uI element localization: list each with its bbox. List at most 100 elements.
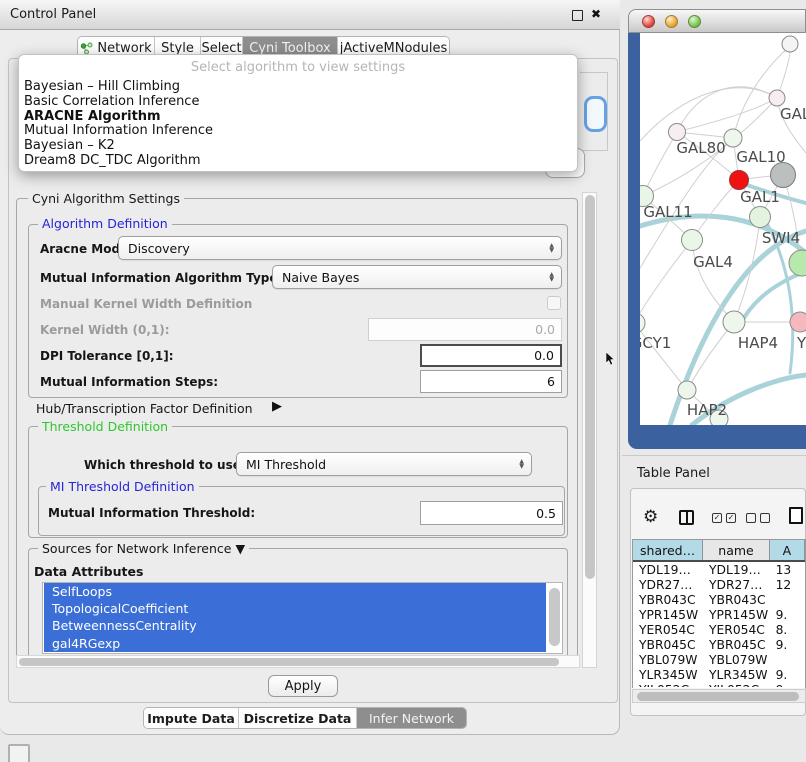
network-node-hap4[interactable] [723, 311, 745, 333]
column-header-a[interactable]: A [770, 540, 805, 560]
network-canvas[interactable]: GAL8GAL80GAL10GAL1GAL11SWI4GAL4GCY1HAP4Y… [640, 33, 806, 425]
table-cell: YIL052C [703, 683, 770, 688]
algorithm-option-aracne-algorithm[interactable]: ARACNE Algorithm [19, 110, 577, 125]
settings-vertical-scrollbar[interactable] [582, 192, 597, 668]
zoom-traffic-light[interactable] [688, 15, 701, 28]
network-node-green-right[interactable] [789, 250, 806, 276]
aracne-mode-value: Discovery [128, 241, 190, 256]
table-cell: 9. [770, 668, 805, 682]
table-cell: 13 [770, 563, 805, 577]
unchecked-columns-icon[interactable] [746, 513, 770, 523]
apply-button[interactable]: Apply [268, 675, 338, 697]
table-row[interactable]: YDL19…YDL19…13 [633, 562, 805, 577]
algorithm-list: Bayesian – Hill ClimbingBasic Correlatio… [19, 80, 577, 169]
settings-horizontal-scrollbar[interactable] [16, 655, 580, 668]
data-attributes-list[interactable]: SelfLoopsTopologicalCoefficientBetweenne… [42, 582, 563, 654]
hidden-groupbox-edge [580, 150, 608, 151]
float-icon[interactable] [572, 10, 583, 21]
control-panel-titlebar[interactable]: Control Panel ✖ [0, 0, 620, 30]
mi-threshold-label: Mutual Information Threshold: [48, 506, 255, 520]
network-window-titlebar[interactable] [628, 9, 806, 33]
algorithm-option-dream8-dc-tdc-algorithm[interactable]: Dream8 DC_TDC Algorithm [19, 154, 577, 169]
table-horizontal-scrollbar[interactable] [632, 689, 806, 703]
table-row[interactable]: YIL052CYIL052C9 [633, 682, 805, 687]
mi-steps-value: 6 [547, 374, 555, 389]
network-node-gal80[interactable] [669, 124, 686, 141]
bottom-tab-infer-network[interactable]: Infer Network [357, 708, 466, 728]
network-node-gcy1[interactable] [640, 313, 645, 333]
dpi-tolerance-field[interactable]: 0.0 [420, 344, 562, 367]
collapse-triangle-icon[interactable]: ▼ [235, 541, 245, 556]
table-row[interactable]: YBL079WYBL079W [633, 652, 805, 667]
network-node-gal4[interactable] [682, 230, 703, 251]
table-cell: 9 [770, 683, 805, 688]
attributes-list-scrollbar[interactable] [549, 588, 560, 646]
dpi-tolerance-label: DPI Tolerance [0,1]: [40, 349, 174, 363]
mi-algorithm-type-label: Mutual Information Algorithm Type: [40, 271, 282, 285]
minimize-traffic-light[interactable] [665, 15, 678, 28]
network-node-gal10[interactable] [724, 129, 742, 147]
network-node-hap2[interactable] [678, 381, 696, 399]
which-threshold-label: Which threshold to use: [84, 458, 246, 472]
attribute-item-selfloops[interactable]: SelfLoops [44, 583, 546, 600]
kernel-width-field[interactable]: 0.0 [368, 318, 562, 341]
node-label-y: Y [796, 334, 806, 352]
node-label-gal8: GAL8 [780, 105, 806, 123]
bottom-tab-discretize-data[interactable]: Discretize Data [239, 708, 357, 728]
network-node-pink-right[interactable] [790, 312, 806, 332]
close-traffic-light[interactable] [642, 15, 655, 28]
table-row[interactable]: YBR045CYBR045C9. [633, 637, 805, 652]
split-columns-icon[interactable] [679, 510, 694, 525]
network-node-gray-node[interactable] [771, 163, 796, 188]
tab-label: Impute Data [147, 711, 235, 726]
table-row[interactable]: YBR043CYBR043C [633, 592, 805, 607]
node-label-gal4: GAL4 [693, 253, 733, 271]
aracne-mode-select[interactable]: Discovery ▲▼ [118, 236, 562, 260]
corner-widget[interactable] [8, 744, 30, 762]
algorithm-option-bayesian-hill-climbing[interactable]: Bayesian – Hill Climbing [19, 80, 577, 95]
which-threshold-select[interactable]: MI Threshold ▲▼ [236, 452, 532, 476]
table-cell: YPR145W [703, 608, 770, 622]
mi-steps-field[interactable]: 6 [420, 370, 562, 393]
column-header-name[interactable]: name [703, 540, 770, 560]
hidden-groupbox-edge [580, 72, 608, 73]
close-icon[interactable]: ✖ [591, 7, 601, 21]
table-row[interactable]: YPR145WYPR145W9. [633, 607, 805, 622]
table-cell: YBR043C [703, 593, 770, 607]
table-row[interactable]: YER054CYER054C8. [633, 622, 805, 637]
column-header-shared[interactable]: shared… [633, 540, 703, 560]
sources-title: Sources for Network Inference ▼ [38, 541, 249, 556]
table-cell: YIL052C [633, 683, 703, 688]
control-panel-window: Control Panel ✖ NetworkStyleSelectCyni T… [0, 0, 620, 735]
settings-vscroll-thumb[interactable] [585, 195, 595, 579]
settings-hscroll-thumb[interactable] [19, 658, 559, 666]
table-cell: YER054C [633, 623, 703, 637]
network-node-red-node[interactable] [730, 171, 749, 190]
table-hscroll-thumb[interactable] [637, 692, 799, 701]
network-icon [80, 42, 93, 55]
mi-algorithm-type-select[interactable]: Naive Bayes ▲▼ [272, 265, 562, 289]
table-row[interactable]: YDR27…YDR27…12 [633, 577, 805, 592]
gear-icon[interactable]: ⚙ [643, 507, 658, 527]
table-cell: YDR27… [633, 578, 703, 592]
algorithm-option-mutual-information-inference[interactable]: Mutual Information Inference [19, 124, 577, 139]
attribute-item-betweennesscentrality[interactable]: BetweennessCentrality [44, 617, 546, 634]
spinner-arrows-icon: ▲▼ [549, 243, 554, 253]
algorithm-option-bayesian-k2[interactable]: Bayesian – K2 [19, 139, 577, 154]
expand-triangle-icon[interactable]: ▶ [272, 399, 282, 414]
network-node-gal1[interactable] [750, 207, 771, 228]
algorithm-option-basic-correlation-inference[interactable]: Basic Correlation Inference [19, 95, 577, 110]
network-node-partial-top[interactable] [782, 36, 798, 52]
checked-columns-icon[interactable]: ✓✓ [712, 513, 736, 523]
document-icon[interactable] [789, 507, 803, 524]
table-row[interactable]: YLR345WYLR345W9. [633, 667, 805, 682]
table-cell: YPR145W [633, 608, 703, 622]
mi-threshold-field[interactable]: 0.5 [420, 501, 563, 525]
manual-kernel-checkbox[interactable] [547, 296, 561, 310]
attribute-item-topologicalcoefficient[interactable]: TopologicalCoefficient [44, 600, 546, 617]
network-node-gal8[interactable] [769, 90, 785, 106]
attribute-item-gal4rgexp[interactable]: gal4RGexp [44, 635, 546, 652]
bottom-tab-impute-data[interactable]: Impute Data [144, 708, 239, 728]
focused-combo-fragment [584, 96, 607, 132]
network-edge [677, 87, 777, 132]
